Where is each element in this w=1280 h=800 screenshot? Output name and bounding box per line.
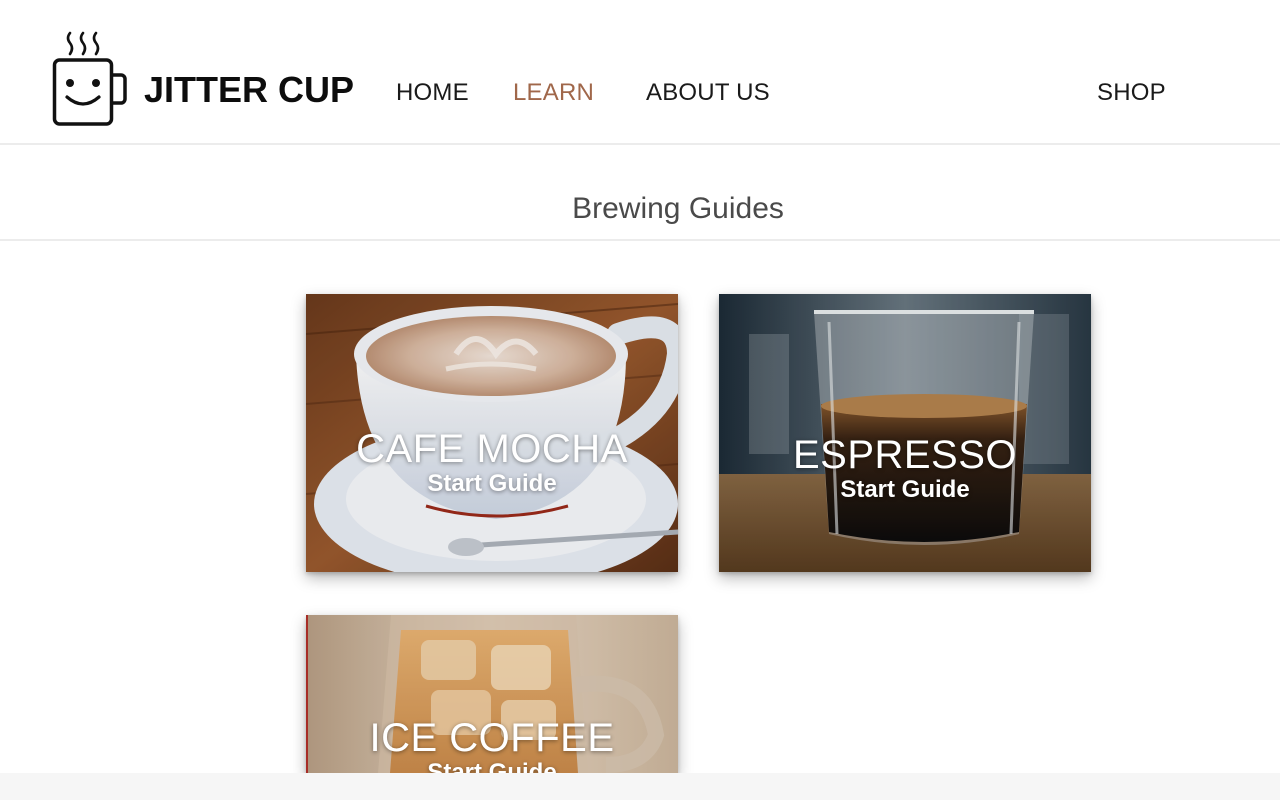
nav-shop[interactable]: SHOP: [1097, 79, 1166, 107]
nav-home[interactable]: HOME: [396, 79, 469, 107]
card-caption: ICE COFFEE Start Guide: [306, 716, 678, 773]
page: JITTER CUP HOME LEARN ABOUT US SHOP Brew…: [0, 0, 1280, 800]
guide-title: ICE COFFEE: [369, 716, 615, 760]
bottom-bar: [0, 773, 1280, 800]
section-header: Brewing Guides: [0, 145, 1280, 241]
guide-card-ice-coffee[interactable]: ICE COFFEE Start Guide: [306, 615, 678, 773]
page-title: Brewing Guides: [572, 192, 784, 226]
site-header: JITTER CUP HOME LEARN ABOUT US SHOP: [0, 0, 1280, 145]
start-guide-link[interactable]: Start Guide: [306, 760, 678, 774]
nav-about-us[interactable]: ABOUT US: [646, 79, 770, 107]
start-guide-link[interactable]: Start Guide: [306, 471, 678, 497]
guide-title: CAFE MOCHA: [356, 427, 628, 471]
smiling-coffee-cup-icon: [52, 31, 127, 126]
card-caption: ESPRESSO Start Guide: [719, 433, 1091, 503]
card-caption: CAFE MOCHA Start Guide: [306, 427, 678, 497]
brand-name: JITTER CUP: [144, 69, 355, 110]
start-guide-link[interactable]: Start Guide: [719, 477, 1091, 503]
guide-card-cafe-mocha[interactable]: CAFE MOCHA Start Guide: [306, 294, 678, 572]
guide-card-espresso[interactable]: ESPRESSO Start Guide: [719, 294, 1091, 572]
nav-learn[interactable]: LEARN: [513, 79, 594, 107]
guide-title: ESPRESSO: [792, 433, 1018, 477]
logo-link[interactable]: JITTER CUP: [52, 31, 354, 127]
